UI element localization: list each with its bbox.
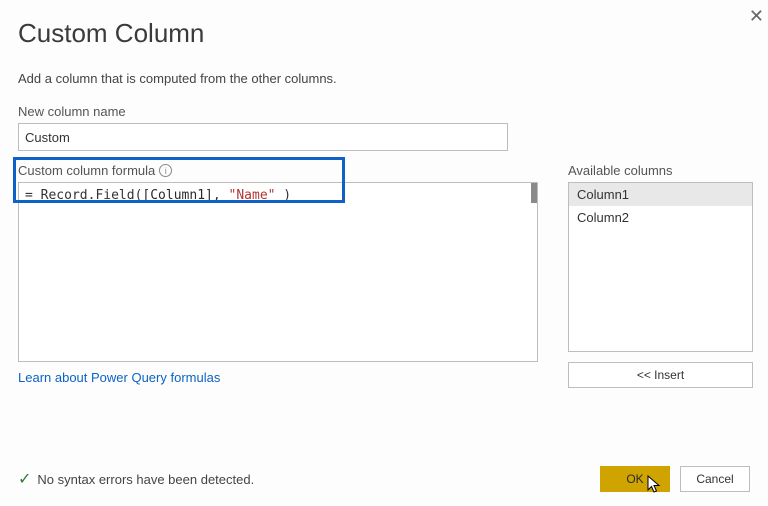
formula-comma: , [213, 188, 229, 203]
new-column-name-input[interactable] [18, 123, 508, 151]
formula-input[interactable]: = Record.Field([Column1], "Name" ) [18, 182, 538, 362]
list-item[interactable]: Column2 [569, 206, 752, 229]
dialog-subtitle: Add a column that is computed from the o… [18, 71, 750, 86]
formula-string: "Name" [229, 188, 276, 203]
text-cursor-marker [531, 183, 537, 203]
ok-button[interactable]: OK [600, 466, 670, 492]
formula-label: Custom column formula i [18, 163, 538, 178]
status-row: ✓ No syntax errors have been detected. [18, 469, 254, 489]
cursor-icon [647, 475, 665, 495]
formula-label-text: Custom column formula [18, 163, 155, 178]
cancel-button[interactable]: Cancel [680, 466, 750, 492]
info-icon[interactable]: i [159, 164, 172, 177]
list-item[interactable]: Column1 [569, 183, 752, 206]
close-icon[interactable]: ✕ [749, 6, 764, 27]
formula-eq: = [25, 188, 41, 203]
formula-column-ref: [Column1] [142, 188, 212, 203]
available-columns-list[interactable]: Column1 Column2 [568, 182, 753, 352]
learn-formulas-link[interactable]: Learn about Power Query formulas [18, 370, 538, 385]
formula-close: ) [275, 188, 291, 203]
ok-button-label: OK [626, 472, 643, 486]
formula-fn: Record.Field [41, 188, 135, 203]
available-columns-label: Available columns [568, 163, 753, 178]
checkmark-icon: ✓ [18, 469, 31, 489]
insert-button[interactable]: << Insert [568, 362, 753, 388]
dialog-title: Custom Column [18, 18, 750, 49]
new-column-name-label: New column name [18, 104, 750, 119]
button-row: OK Cancel [600, 466, 750, 492]
available-columns-section: Available columns Column1 Column2 << Ins… [568, 163, 753, 388]
dialog-footer: ✓ No syntax errors have been detected. O… [18, 466, 750, 492]
status-text: No syntax errors have been detected. [37, 472, 254, 487]
custom-column-dialog: ✕ Custom Column Add a column that is com… [0, 0, 768, 400]
formula-section: Custom column formula i = Record.Field([… [18, 163, 538, 385]
